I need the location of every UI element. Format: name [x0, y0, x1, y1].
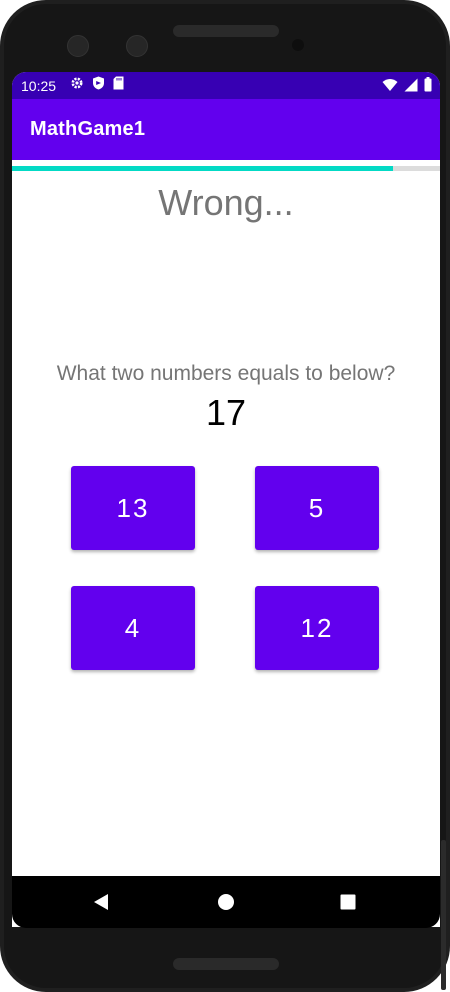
app-screen: 10:25 MathGame1 Wrong... What two number…: [12, 72, 440, 927]
navigation-bar: [12, 876, 440, 928]
answer-button-4[interactable]: 12: [255, 586, 379, 670]
answer-button-3[interactable]: 4: [71, 586, 195, 670]
proximity-sensor: [292, 39, 304, 51]
result-message: Wrong...: [158, 182, 294, 223]
app-bar: MathGame1: [12, 99, 440, 160]
answer-button-2[interactable]: 5: [255, 466, 379, 550]
app-title: MathGame1: [30, 118, 146, 140]
earpiece-speaker: [173, 25, 279, 37]
timer-progress-bar: [12, 166, 440, 171]
side-button: [441, 840, 446, 990]
bottom-speaker: [173, 958, 279, 970]
status-system-icons: [382, 77, 432, 95]
answer-button-1[interactable]: 13: [71, 466, 195, 550]
status-notification-icons: [70, 76, 124, 93]
front-camera: [67, 35, 89, 57]
sd-card-icon: [113, 76, 124, 93]
shield-icon: [92, 76, 105, 93]
battery-icon: [424, 77, 432, 95]
gear-icon: [70, 76, 84, 93]
status-bar: 10:25: [12, 72, 440, 99]
wifi-icon: [382, 78, 398, 95]
timer-progress-fill: [12, 166, 393, 171]
front-camera-secondary: [126, 35, 148, 57]
recents-icon[interactable]: [336, 890, 360, 914]
signal-icon: [404, 78, 418, 95]
question-text: What two numbers equals to below?: [56, 362, 396, 385]
back-icon[interactable]: [89, 890, 113, 914]
status-time: 10:25: [21, 78, 57, 94]
target-number: 17: [205, 392, 247, 433]
home-icon[interactable]: [214, 890, 238, 914]
